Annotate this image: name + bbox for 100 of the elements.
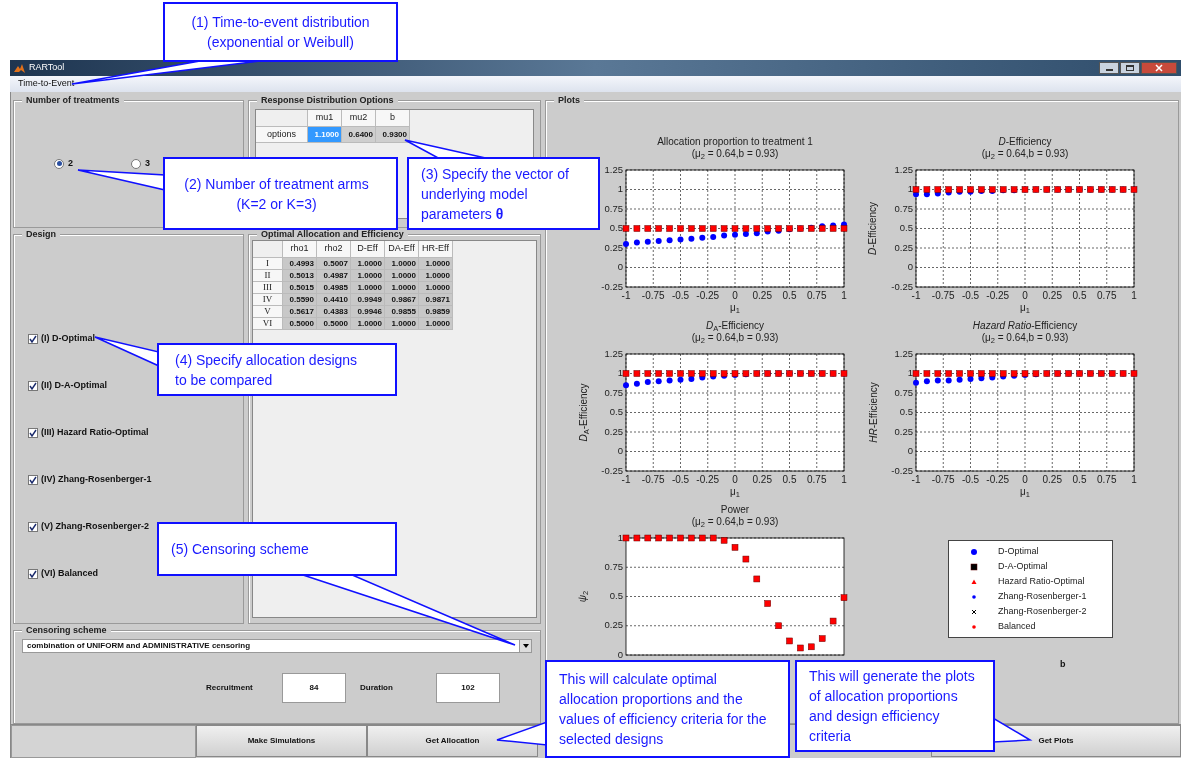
row-header: I [253, 258, 283, 270]
x-tick-label: -1 [621, 474, 631, 485]
table-cell: 0.5007 [317, 258, 351, 270]
table-cell: 1.0000 [385, 282, 419, 294]
y-tick-label: -0.25 [601, 464, 623, 476]
y-tick-label: 1.25 [894, 166, 913, 175]
x-axis-label: μ$_{1}$ [730, 486, 740, 498]
table-cell: 0.5015 [283, 282, 317, 294]
y-tick-label: 0.25 [604, 619, 623, 631]
x-tick-label: -0.5 [961, 474, 980, 485]
callout-text: (3) Specify the vector of underlying model parameters θ [421, 164, 570, 224]
legend-label: Hazard Ratio-Optimal [998, 574, 1085, 588]
table-cell: 0.9949 [351, 294, 385, 306]
table-cell: 1.0000 [351, 318, 385, 330]
column-header: D-Eff [351, 241, 385, 258]
legend-label: Zhang-Rosenberger-1 [998, 589, 1087, 603]
table-cell: 0.5590 [283, 294, 317, 306]
x-tick-label: 0.25 [752, 290, 772, 301]
legend-label: Balanced [998, 619, 1036, 633]
column-header: b [376, 110, 410, 127]
x-tick-label: -1 [911, 290, 921, 301]
panel-title: Number of treatments [22, 94, 124, 106]
chart-subtitle: (μ$_{2}$ = 0.64,b = 0.93) [981, 332, 1069, 344]
x-tick-label: -0.25 [696, 290, 720, 301]
y-axis-label: D-Efficiency [866, 201, 880, 256]
table-cell: 1.0000 [351, 282, 385, 294]
row-header: VI [253, 318, 283, 330]
table-cell: 0.5617 [283, 306, 317, 318]
x-tick-label: -0.75 [641, 290, 665, 301]
table-cell: 1.0000 [351, 258, 385, 270]
y-tick-label: 0.5 [609, 590, 623, 601]
y-tick-label: 0.75 [604, 560, 623, 572]
row-header: IV [253, 294, 283, 306]
x-tick-label: 0.5 [782, 474, 797, 485]
table-cell: 0.5000 [283, 318, 317, 330]
x-tick-label: 0.25 [752, 474, 772, 485]
y-tick-label: 1 [617, 534, 623, 543]
y-tick-label: -0.25 [891, 280, 913, 292]
callout-text: (5) Censoring scheme [171, 540, 309, 559]
chart-title: Power [720, 504, 750, 516]
y-tick-label: 0.25 [604, 241, 623, 253]
table-cell: 1.0000 [419, 258, 453, 270]
chart-subtitle: (μ$_{2}$ = 0.64,b = 0.93) [691, 516, 779, 528]
y-tick-label: 0.25 [604, 425, 623, 437]
x-tick-label: -0.25 [696, 474, 720, 485]
y-tick-label: 0 [617, 261, 623, 272]
x-tick-label: 1 [841, 290, 847, 301]
y-tick-label: 0.25 [894, 425, 913, 437]
chart-subtitle: (μ$_{2}$ = 0.64,b = 0.93) [691, 332, 779, 344]
y-tick-label: 1 [907, 183, 913, 194]
table-cell: 0.9871 [419, 294, 453, 306]
chart-title: Hazard Ratio-Efficiency [972, 320, 1078, 332]
x-tick-label: -0.75 [931, 290, 955, 301]
table-cell: 0.4987 [317, 270, 351, 282]
column-header: HR-Eff [419, 241, 453, 258]
table-cell: 0.9855 [385, 306, 419, 318]
y-tick-label: 1 [617, 183, 623, 194]
row-header: V [253, 306, 283, 318]
y-tick-label: 1 [907, 367, 913, 378]
x-tick-label: 0.75 [807, 474, 827, 485]
x-tick-label: -0.5 [671, 474, 690, 485]
x-tick-label: -0.25 [986, 290, 1010, 301]
table-cell: 1.0000 [419, 282, 453, 294]
legend-label: D-Optimal [998, 544, 1039, 558]
y-tick-label: 1.25 [604, 166, 623, 175]
y-tick-label: 0.5 [609, 222, 623, 233]
x-tick-label: 0.25 [1042, 290, 1062, 301]
table-cell: 1.0000 [385, 270, 419, 282]
y-tick-label: 0 [617, 445, 623, 456]
field-label: Duration [360, 682, 394, 694]
y-tick-label: 0.75 [604, 202, 623, 214]
chart-title: D-Efficiency [998, 136, 1052, 148]
row-header: II [253, 270, 283, 282]
table-cell: 0.9867 [385, 294, 419, 306]
legend-label: Zhang-Rosenberger-2 [998, 604, 1087, 618]
x-tick-label: -1 [621, 290, 631, 301]
column-header: mu2 [342, 110, 376, 127]
x-tick-label: 1 [841, 474, 847, 485]
x-tick-label: 0.25 [1042, 474, 1062, 485]
x-tick-label: 0.75 [1097, 290, 1117, 301]
x-tick-label: 0.5 [1072, 290, 1087, 301]
table-cell: 0.5013 [283, 270, 317, 282]
x-tick-label: -0.5 [961, 290, 980, 301]
x-tick-label: 0 [1022, 290, 1028, 301]
x-tick-label: 0 [1022, 474, 1028, 485]
table-cell: 1.0000 [419, 318, 453, 330]
row-header: options [256, 127, 308, 143]
table-cell: 0.4993 [283, 258, 317, 270]
x-tick-label: -0.25 [986, 474, 1010, 485]
table-cell: 1.0000 [385, 258, 419, 270]
x-axis-label: μ$_{1}$ [730, 302, 740, 314]
legend-label: D-A-Optimal [998, 559, 1048, 573]
x-axis-label: μ$_{1}$ [1020, 302, 1030, 314]
y-tick-label: 0 [907, 261, 913, 272]
window-title: RARTool [29, 61, 65, 75]
table-cell: 1.0000 [419, 270, 453, 282]
y-tick-label: 1.25 [604, 350, 623, 359]
table-cell: 1.0000 [351, 270, 385, 282]
x-tick-label: 0 [732, 290, 738, 301]
x-tick-label: -0.75 [931, 474, 955, 485]
